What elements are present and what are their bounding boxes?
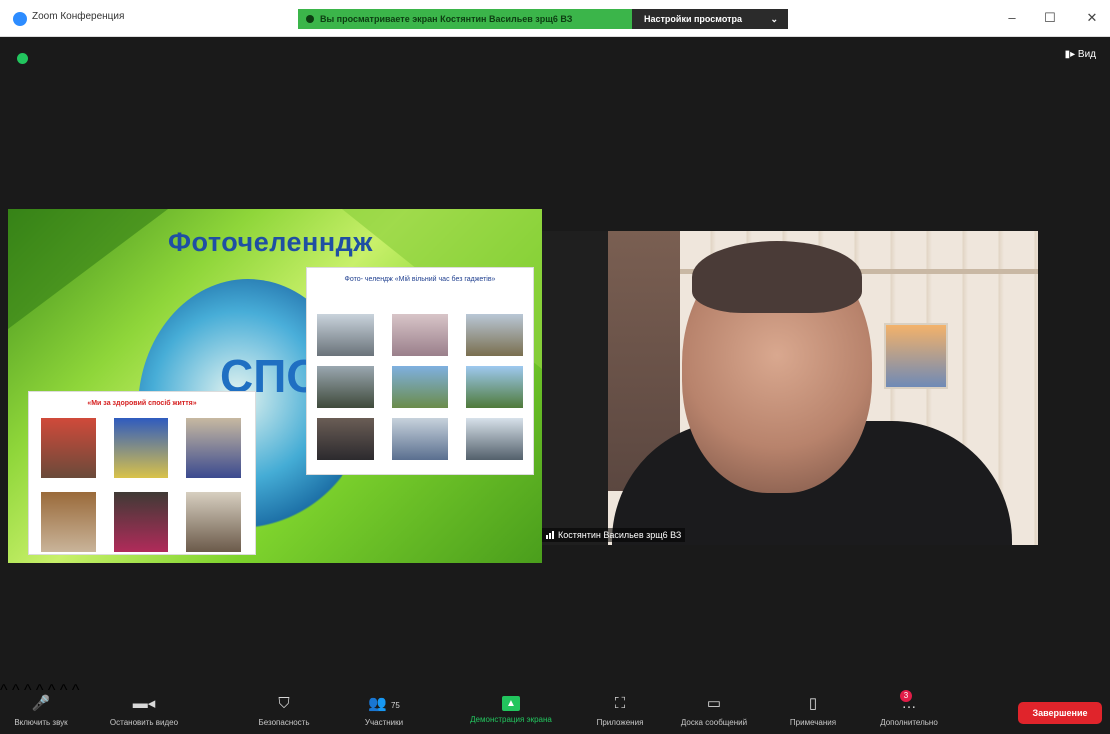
photo-thumbnail [317,418,374,460]
photo-thumbnail [391,418,449,460]
minimize-icon[interactable]: – [1002,10,1022,25]
photo-thumbnail [317,314,374,356]
notes-icon: ▯ [808,695,818,712]
notification-badge: 3 [900,690,912,702]
end-meeting-button[interactable]: Завершение [1018,702,1102,724]
photo-thumbnail [113,418,169,478]
slide-decor-left [8,209,168,329]
whiteboard-label: Доска сообщений [680,718,748,727]
encryption-shield-icon[interactable] [17,53,28,64]
card-caption: «Ми за здоровий спосіб життя» [87,400,197,407]
share-indicator-icon [306,15,314,23]
screen-share-banner: Вы просматриваете экран Костянтин Василь… [298,9,632,29]
close-icon[interactable]: ✕ [1082,10,1102,26]
photo-thumbnail [466,366,523,408]
participants-label: Участники [364,718,404,727]
unmute-button[interactable]: 🎤 Включить звук [10,682,72,734]
chevron-down-icon: ⌄ [770,14,778,24]
slide-title: Фоточеленндж [168,227,373,257]
notes-label: Примечания [789,718,837,727]
photo-grid [41,418,241,552]
apps-label: Приложения [596,718,644,727]
zoom-logo-icon [13,12,27,26]
view-options-label: Настройки просмотра [644,14,743,24]
security-button[interactable]: ⛉ Безопасность [248,682,320,734]
app-title: Zoom Конференция [32,11,125,22]
whiteboard-icon: ▭ [706,695,722,712]
shield-icon: ⛉ [278,695,290,712]
photo-card-healthy: «Ми за здоровий спосіб життя» [28,391,256,555]
security-label: Безопасность [258,718,310,727]
photo-thumbnail [186,492,241,552]
view-toggle-label: Вид [1077,49,1096,60]
participants-button[interactable]: 👥 75 Участники [354,682,414,734]
photo-thumbnail [186,418,241,478]
participant-name-tag: Костянтин Васильев зрщ6 ВЗ [542,528,686,542]
video-camera-icon: ▬◂ [132,695,156,712]
whiteboard-button[interactable]: ▭ Доска сообщений [663,682,765,734]
signal-strength-icon [546,531,554,539]
shared-screen: Фоточеленндж СПОР Фото- челендж «Мій віл… [8,209,542,563]
photo-thumbnail [391,314,449,356]
unmute-label: Включить звук [14,718,68,727]
meeting-toolbar: 🎤 Включить звук ^ ▬◂ Остановить видео ^ … [0,682,1110,734]
apps-icon: ⛶ [614,695,626,712]
view-toggle-button[interactable]: ▮▸ Вид [1065,49,1096,60]
more-button[interactable]: … 3 Дополнительно [864,682,954,734]
window-titlebar: Zoom Конференция Вы просматриваете экран… [0,0,1110,37]
share-screen-label: Демонстрация экрана [470,715,552,724]
participants-count: 75 [390,701,400,710]
photo-thumbnail [113,492,169,552]
participants-icon: 👥 75 [368,695,400,712]
banner-text: Вы просматриваете экран Костянтин Василь… [320,14,573,24]
maximize-icon[interactable]: ☐ [1040,10,1060,26]
share-screen-icon: ▲ [502,696,520,711]
stop-video-label: Остановить видео [109,718,179,727]
photo-thumbnail [466,418,523,460]
chevron-up-icon[interactable]: ^ [0,682,8,699]
grid-view-icon: ▮▸ [1064,49,1076,60]
photo-grid [317,314,523,460]
participant-hair [692,241,862,313]
chevron-up-icon[interactable]: ^ [72,682,80,699]
more-label: Дополнительно [880,718,938,727]
video-background-painting [884,323,948,389]
participant-video[interactable] [542,231,1038,545]
microphone-muted-icon: 🎤 [31,695,51,712]
card-caption: Фото- челендж «Мій вільний час без гадже… [344,276,496,283]
photo-thumbnail [41,418,96,478]
share-screen-button[interactable]: ▲ Демонстрация экрана [452,682,570,734]
notes-button[interactable]: ▯ Примечания [778,682,848,734]
photo-thumbnail [391,366,449,408]
apps-button[interactable]: ⛶ Приложения [580,682,660,734]
photo-thumbnail [41,492,96,552]
photo-thumbnail [317,366,374,408]
photo-card-gadgets: Фото- челендж «Мій вільний час без гадже… [306,267,534,475]
view-options-button[interactable]: Настройки просмотра ⌄ [632,9,788,29]
stop-video-button[interactable]: ▬◂ Остановить видео [104,682,184,734]
photo-thumbnail [466,314,523,356]
participant-name: Костянтин Васильев зрщ6 ВЗ [558,530,682,540]
